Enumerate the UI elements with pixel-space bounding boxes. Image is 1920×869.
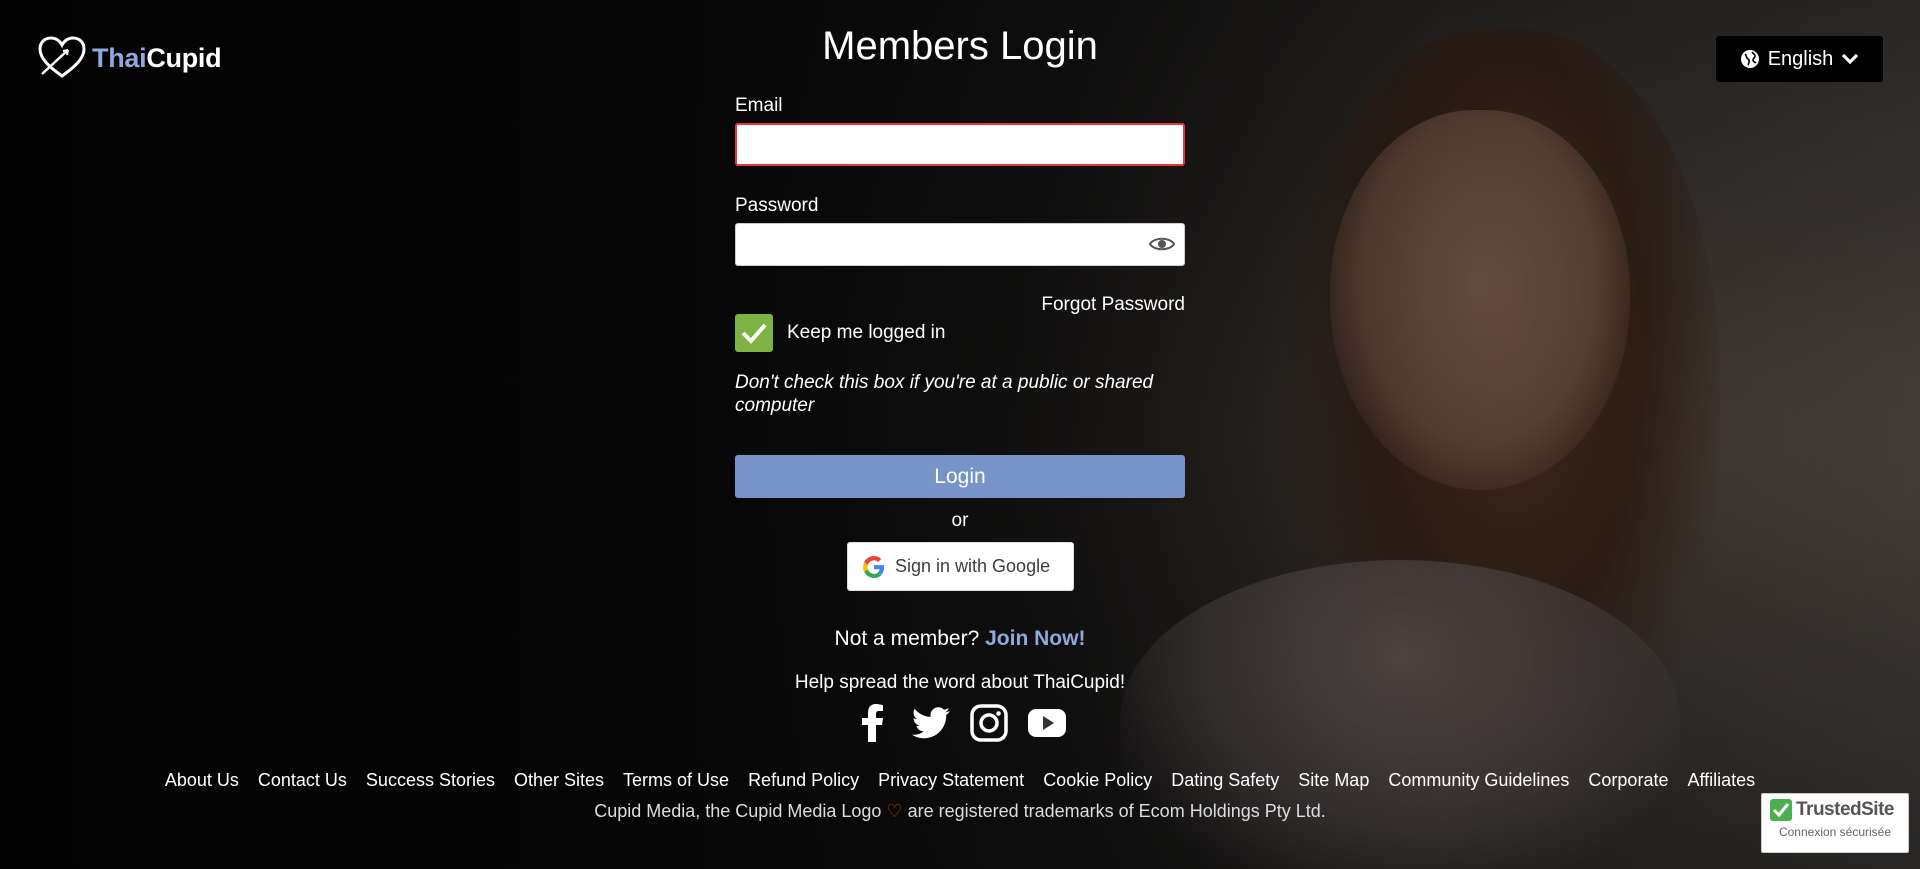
forgot-password-link[interactable]: Forgot Password	[1041, 294, 1185, 316]
trademark-text-end: are registered trademarks of Ecom Holdin…	[907, 801, 1326, 821]
youtube-icon[interactable]	[1028, 704, 1066, 742]
email-field-group: Email	[735, 95, 1185, 166]
footer-link-affiliates[interactable]: Affiliates	[1687, 770, 1755, 791]
instagram-icon[interactable]	[970, 704, 1008, 742]
keep-logged-in-checkbox[interactable]	[735, 314, 773, 352]
signup-prompt: Not a member? Join Now!	[0, 627, 1920, 651]
keep-logged-in-row: Keep me logged in	[735, 314, 945, 352]
footer-link-about-us[interactable]: About Us	[165, 770, 239, 791]
password-field-group: Password	[735, 195, 1185, 266]
twitter-icon[interactable]	[912, 704, 950, 742]
footer-link-site-map[interactable]: Site Map	[1298, 770, 1369, 791]
footer-link-community-guidelines[interactable]: Community Guidelines	[1388, 770, 1569, 791]
footer-links: About Us Contact Us Success Stories Othe…	[0, 770, 1920, 791]
footer-link-privacy-statement[interactable]: Privacy Statement	[878, 770, 1024, 791]
footer-link-success-stories[interactable]: Success Stories	[366, 770, 495, 791]
email-field[interactable]	[735, 123, 1185, 166]
trustedsite-title: TrustedSite	[1796, 799, 1894, 820]
login-form: Email Password Forgot Password Keep me l…	[735, 95, 1185, 591]
social-links	[0, 704, 1920, 742]
trustedsite-subtitle: Connexion sécurisée	[1778, 825, 1892, 839]
google-signin-label: Sign in with Google	[895, 556, 1051, 576]
footer-link-terms-of-use[interactable]: Terms of Use	[623, 770, 729, 791]
footer-link-dating-safety[interactable]: Dating Safety	[1171, 770, 1279, 791]
keep-logged-in-label[interactable]: Keep me logged in	[787, 322, 945, 344]
show-password-eye-icon[interactable]	[1149, 235, 1175, 253]
password-field[interactable]	[735, 223, 1185, 266]
spread-the-word-text: Help spread the word about ThaiCupid!	[794, 672, 1126, 693]
facebook-icon[interactable]	[854, 704, 892, 742]
email-label: Email	[735, 95, 783, 116]
footer-link-cookie-policy[interactable]: Cookie Policy	[1043, 770, 1152, 791]
trademark-notice: Cupid Media, the Cupid Media Logo ♡ are …	[0, 801, 1920, 822]
or-separator: or	[951, 510, 969, 531]
join-now-link[interactable]: Join Now!	[985, 627, 1085, 650]
google-signin-button[interactable]: Sign in with Google	[847, 542, 1074, 591]
shared-computer-warning: Don't check this box if you're at a publ…	[735, 372, 1154, 416]
cupid-media-heart-icon: ♡	[886, 801, 903, 821]
trademark-text-start: Cupid Media, the Cupid Media Logo	[594, 801, 882, 821]
checkmark-icon	[741, 323, 767, 344]
trustedsite-badge[interactable]: TrustedSite Connexion sécurisée	[1761, 793, 1909, 853]
signup-prompt-text: Not a member?	[834, 627, 980, 650]
footer-link-contact-us[interactable]: Contact Us	[258, 770, 347, 791]
footer-link-corporate[interactable]: Corporate	[1588, 770, 1668, 791]
page-title: Members Login	[822, 24, 1098, 68]
google-icon	[863, 555, 885, 578]
login-button[interactable]: Login	[735, 455, 1185, 498]
footer-link-other-sites[interactable]: Other Sites	[514, 770, 604, 791]
footer-link-refund-policy[interactable]: Refund Policy	[748, 770, 859, 791]
trusted-check-icon	[1770, 799, 1792, 821]
password-label: Password	[735, 195, 819, 216]
